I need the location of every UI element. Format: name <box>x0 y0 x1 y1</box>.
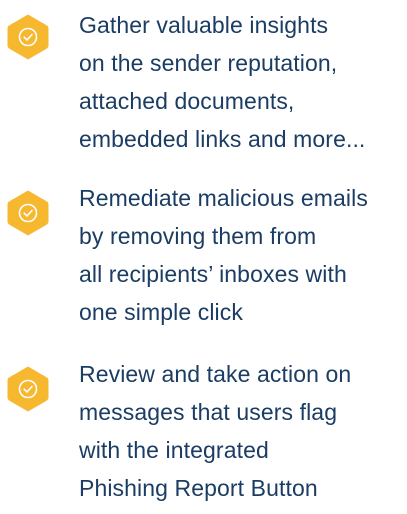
feature-text-line: on the sender reputation, <box>79 50 338 76</box>
feature-text: Review and take action on messages that … <box>79 355 405 507</box>
check-circle-icon <box>6 189 50 237</box>
feature-text-line: all recipients’ inboxes with <box>79 261 347 287</box>
feature-text: Gather valuable insights on the sender r… <box>79 6 405 158</box>
check-circle-icon <box>6 365 50 413</box>
feature-text-line: Phishing Report Button <box>79 475 318 501</box>
feature-text-line: with the integrated <box>79 437 269 463</box>
feature-text-line: Review and take action on <box>79 361 352 387</box>
feature-text-line: messages that users flag <box>79 399 338 425</box>
feature-text-line: Remediate malicious emails <box>79 185 368 211</box>
feature-text-line: one simple click <box>79 299 243 325</box>
feature-text-line: embedded links and more... <box>79 126 366 152</box>
check-circle-icon <box>6 13 50 61</box>
feature-text-line: attached documents, <box>79 88 295 114</box>
feature-text-line: by removing them from <box>79 223 317 249</box>
feature-text: Remediate malicious emails by removing t… <box>79 179 405 331</box>
feature-text-line: Gather valuable insights <box>79 12 329 38</box>
